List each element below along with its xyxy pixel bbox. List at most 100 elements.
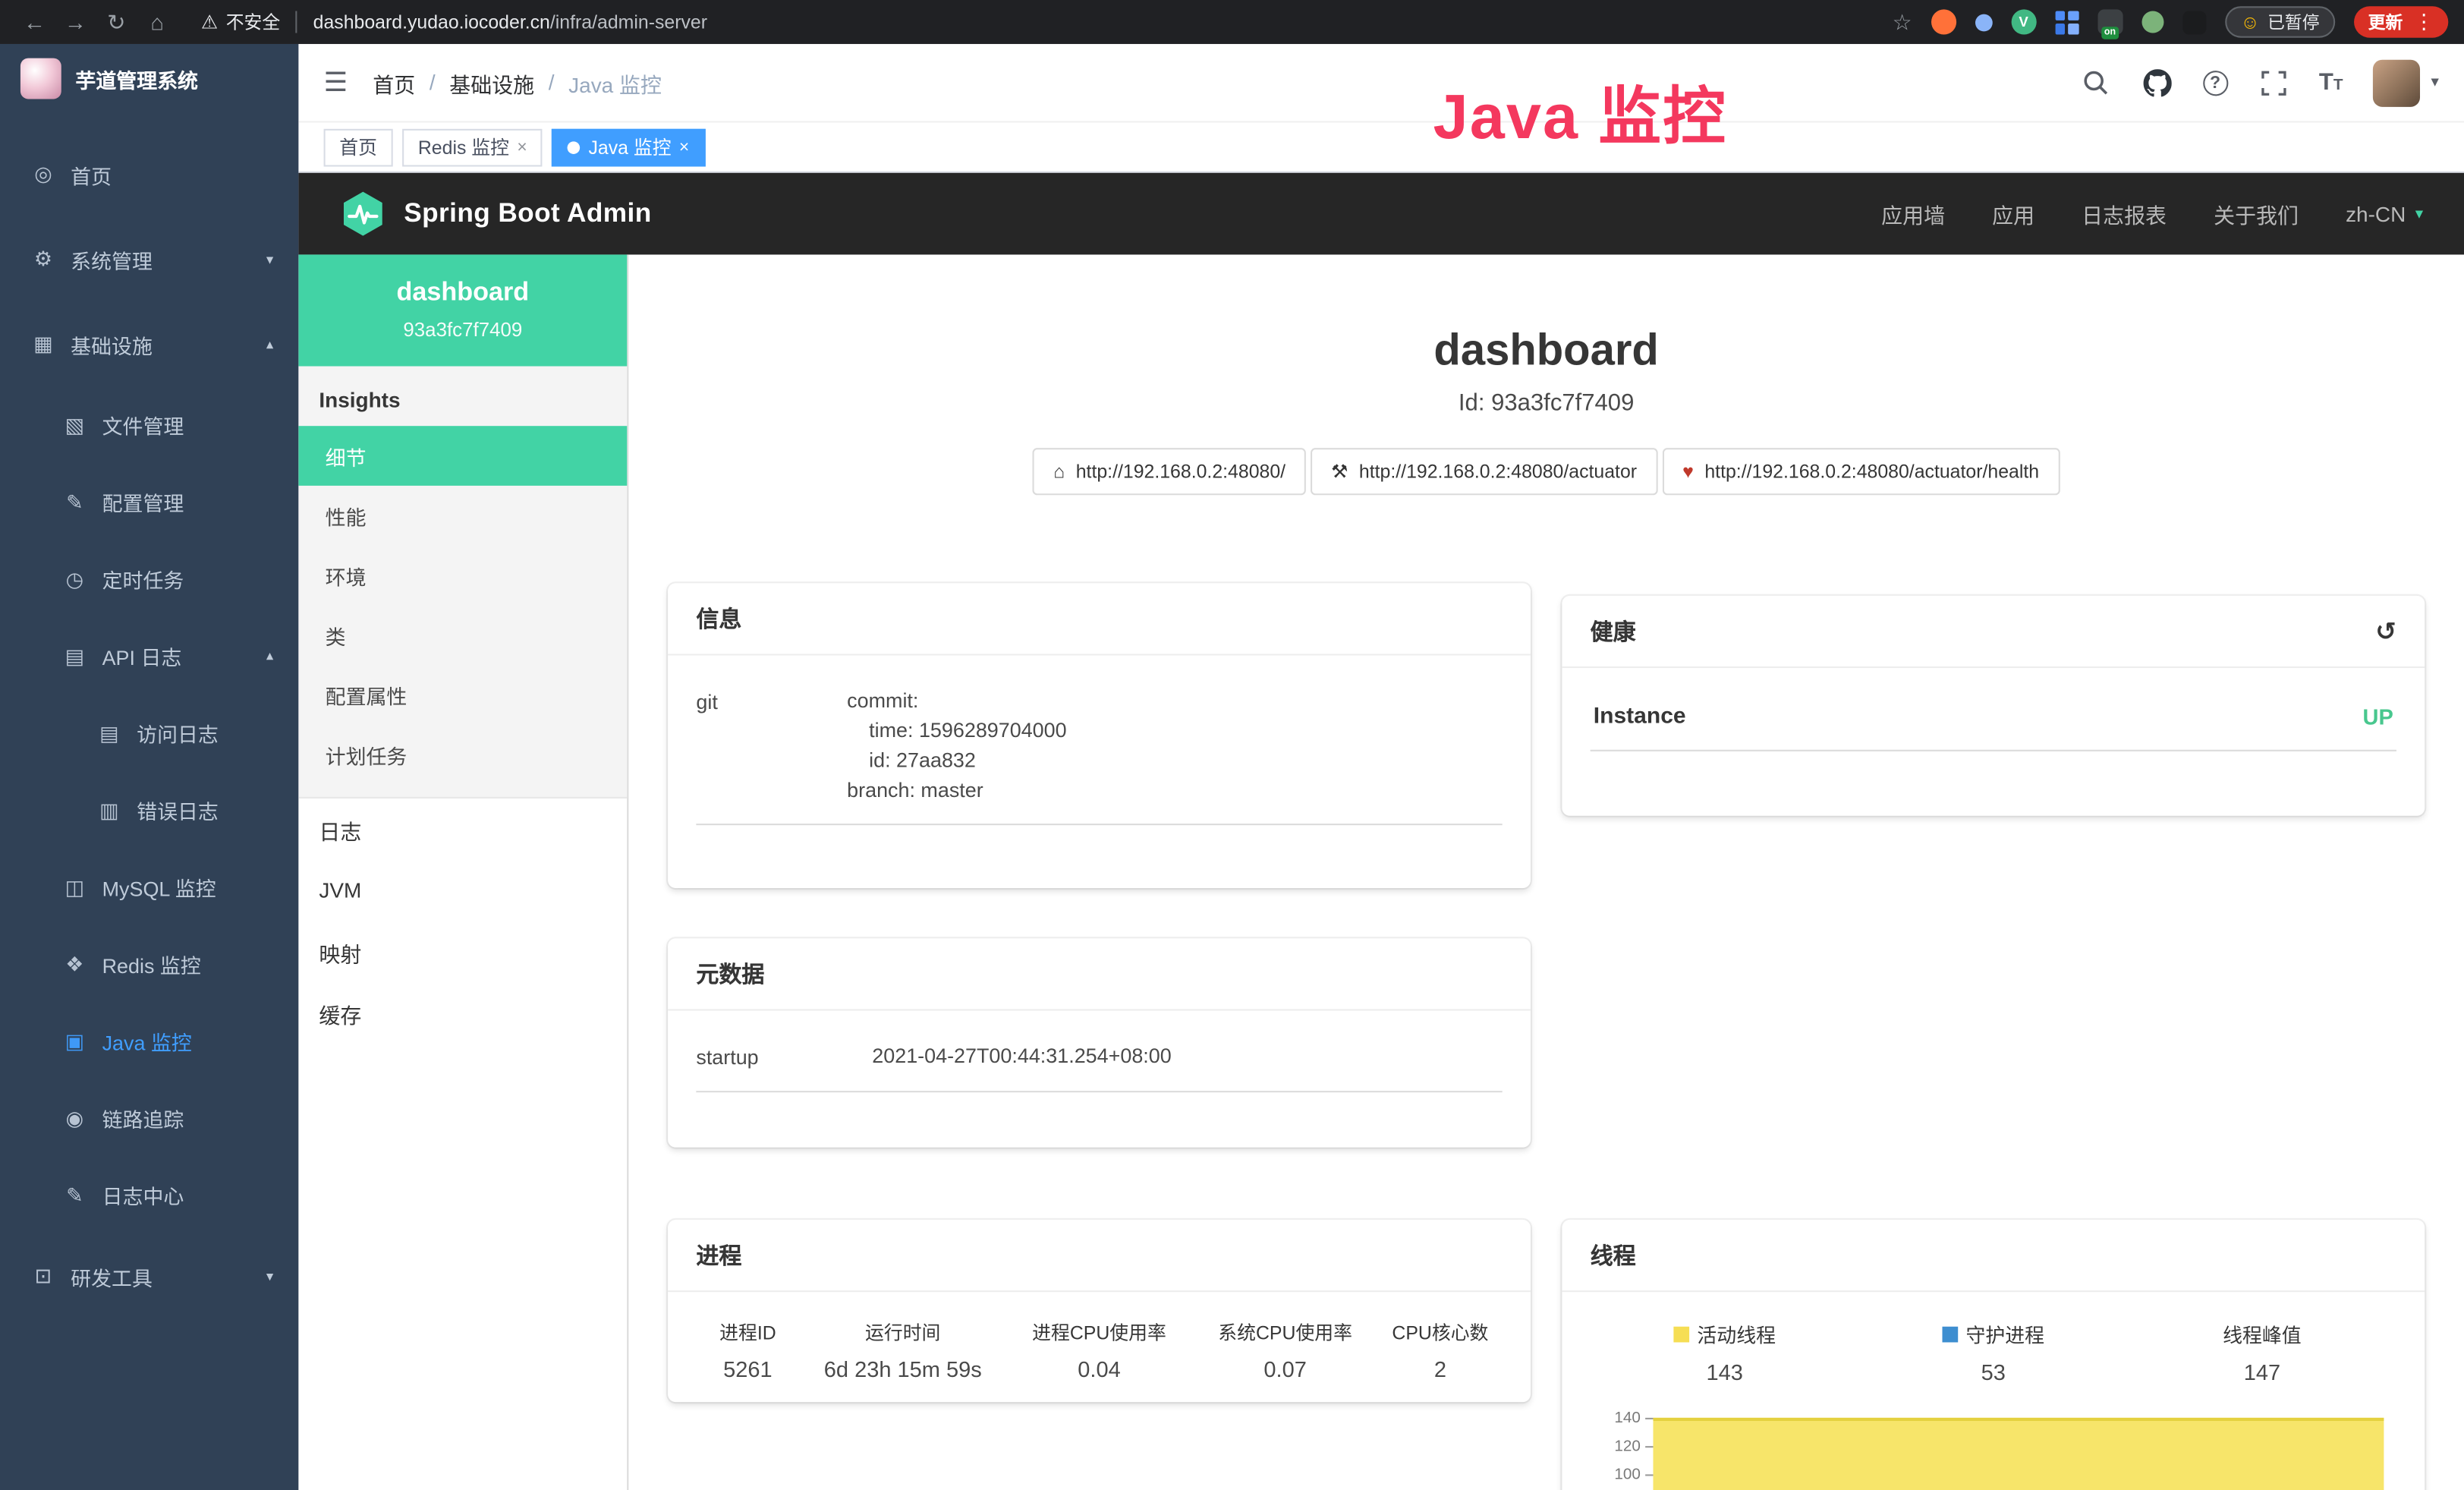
browser-home-icon[interactable]: ⌂ [138,9,176,34]
sba-nav-jvm[interactable]: JVM [298,860,627,921]
user-menu[interactable]: ▾ [2373,59,2439,106]
breadcrumb: 首页 / 基础设施 / Java 监控 [373,67,662,98]
font-size-icon[interactable]: TT [2319,69,2343,96]
sba-locale-select[interactable]: zh-CN ▾ [2346,202,2423,225]
app-logo[interactable]: 芋道管理系统 [0,44,298,113]
sba-nav-classes[interactable]: 类 [298,605,627,665]
browser-extensions-area: ☆ V on ☺ 已暂停 更新 ⋮ [1893,6,2449,37]
sidebar-item-system-mgmt[interactable]: ⚙ 系统管理 ▾ [0,217,298,302]
grid-extension-icon[interactable] [2055,10,2079,33]
sidebar-item-access-logs[interactable]: ▤ 访问日志 [0,695,298,771]
sba-nav-details[interactable]: 细节 [298,426,627,486]
search-icon[interactable] [2080,67,2111,98]
sba-nav-performance[interactable]: 性能 [298,486,627,546]
sba-nav-scheduled-tasks[interactable]: 计划任务 [298,725,627,785]
smiley-icon: ☺ [2240,11,2259,33]
tab-java-monitor[interactable]: Java 监控 × [552,128,705,166]
sba-instance-id: 93a3fc7f7409 [314,319,611,341]
sidebar-item-error-logs[interactable]: ▥ 错误日志 [0,772,298,849]
breadcrumb-infrastructure[interactable]: 基础设施 [449,67,534,98]
tab-home[interactable]: 首页 [324,128,393,166]
sidebar-item-java-monitor[interactable]: ▣ Java 监控 [0,1003,298,1079]
sba-instance-header[interactable]: dashboard 93a3fc7f7409 [298,254,627,366]
instance-url-button[interactable]: ⌂ http://192.168.0.2:48080/ [1033,448,1306,495]
screenshot-root: ← → ↻ ⌂ ⚠ 不安全 dashboard.yudao.iocoder.cn… [0,0,2464,1490]
close-icon[interactable]: × [679,137,689,156]
close-icon[interactable]: × [517,137,527,156]
fullscreen-icon[interactable] [2258,67,2289,98]
reload-icon[interactable]: ↻ [97,8,135,35]
sba-nav-config-props[interactable]: 配置属性 [298,665,627,725]
pin-extension-icon[interactable] [1975,14,1992,31]
clock-icon: ◷ [63,567,87,592]
actuator-url-button[interactable]: ⚒ http://192.168.0.2:48080/actuator [1311,448,1657,495]
y-tick-label: 140 [1614,1410,1641,1427]
sidebar-item-log-center[interactable]: ✎ 日志中心 [0,1157,298,1233]
sidebar-item-config-mgmt[interactable]: ✎ 配置管理 [0,464,298,540]
instance-hero: dashboard Id: 93a3fc7f7409 [628,324,2464,417]
breadcrumb-home[interactable]: 首页 [373,67,415,98]
sba-nav-wallboard[interactable]: 应用墙 [1881,198,1945,229]
sidebar-item-api-logs[interactable]: ▤ API 日志 ▴ [0,618,298,695]
browser-update-button[interactable]: 更新 ⋮ [2354,6,2448,37]
sba-nav-journal[interactable]: 日志报表 [2082,198,2167,229]
address-bar[interactable]: dashboard.yudao.iocoder.cn/infra/admin-s… [313,11,1874,33]
history-icon[interactable]: ↺ [2375,616,2396,647]
sba-nav-logs[interactable]: 日志 [298,799,627,860]
sidebar-item-home[interactable]: ◎ 首页 [0,132,298,217]
forward-icon[interactable]: → [57,9,95,34]
y-tick-label: 120 [1614,1438,1641,1456]
leaf-extension-icon[interactable] [2141,11,2163,33]
sidebar-item-label: 链路追踪 [102,1104,184,1133]
security-indicator[interactable]: ⚠ 不安全 [201,9,280,34]
browser-menu-icon[interactable]: ⋮ [2414,9,2434,34]
warning-icon: ⚠ [201,11,218,33]
instance-subtitle: Id: 93a3fc7f7409 [628,390,2464,417]
spring-boot-admin-logo [339,191,386,238]
info-card-header: 信息 [668,583,1531,655]
github-icon[interactable] [2141,67,2173,98]
update-label: 更新 [2368,9,2403,34]
sba-nav-about[interactable]: 关于我们 [2214,198,2299,229]
sidebar-item-label: 错误日志 [137,795,219,825]
bookmark-star-icon[interactable]: ☆ [1893,8,1912,35]
info-value-line: branch: master [847,775,1503,805]
proxy-extension-icon[interactable]: on [2097,9,2123,34]
sidebar-item-redis-monitor[interactable]: ❖ Redis 监控 [0,926,298,1003]
sba-nav-caches[interactable]: 缓存 [298,982,627,1044]
dev-tools-icon: ⊡ [31,1264,55,1289]
back-icon[interactable]: ← [16,9,54,34]
instance-links: ⌂ http://192.168.0.2:48080/ ⚒ http://192… [628,448,2464,495]
card-title: 信息 [696,602,741,635]
sidebar-item-tracing[interactable]: ◉ 链路追踪 [0,1080,298,1157]
sidebar-item-file-mgmt[interactable]: ▧ 文件管理 [0,386,298,463]
help-icon[interactable]: ? [2203,70,2228,95]
sidebar-item-infrastructure[interactable]: ▦ 基础设施 ▴ [0,302,298,387]
sba-main-content: dashboard Id: 93a3fc7f7409 ⌂ http://192.… [628,254,2464,1490]
dark-extension-icon[interactable] [2182,10,2206,33]
legend-live-value: 143 [1591,1359,1859,1384]
sidebar-menu: ◎ 首页 ⚙ 系统管理 ▾ ▦ 基础设施 ▴ ▧ 文件管理 [0,113,298,1318]
tab-redis-monitor[interactable]: Redis 监控 × [402,128,543,166]
sba-nav-environment[interactable]: 环境 [298,546,627,606]
hamburger-icon[interactable]: ☰ [324,67,348,98]
sidebar-item-cron-jobs[interactable]: ◷ 定时任务 [0,540,298,617]
app-navbar: ☰ 首页 / 基础设施 / Java 监控 ? [298,44,2464,123]
heart-icon: ♥ [1682,461,1694,483]
redis-icon: ❖ [63,952,87,977]
y-tick-label: 100 [1614,1466,1641,1484]
url-path: /infra/admin-server [550,11,707,33]
tab-label: 首页 [339,134,377,160]
vue-devtools-icon[interactable]: V [2011,9,2036,34]
error-log-icon: ▥ [97,798,121,823]
process-card-header: 进程 [668,1220,1531,1292]
sidebar-item-dev-tools[interactable]: ⊡ 研发工具 ▾ [0,1234,298,1319]
paused-badge[interactable]: ☺ 已暂停 [2225,6,2336,37]
user-avatar [2373,59,2420,106]
health-url-button[interactable]: ♥ http://192.168.0.2:48080/actuator/heal… [1662,448,2060,495]
sba-nav-mappings[interactable]: 映射 [298,921,627,982]
sidebar-item-mysql-monitor[interactable]: ◫ MySQL 监控 [0,849,298,925]
sba-nav-applications[interactable]: 应用 [1992,198,2034,229]
trace-icon: ◉ [63,1106,87,1131]
orange-extension-icon[interactable] [1931,9,1956,34]
